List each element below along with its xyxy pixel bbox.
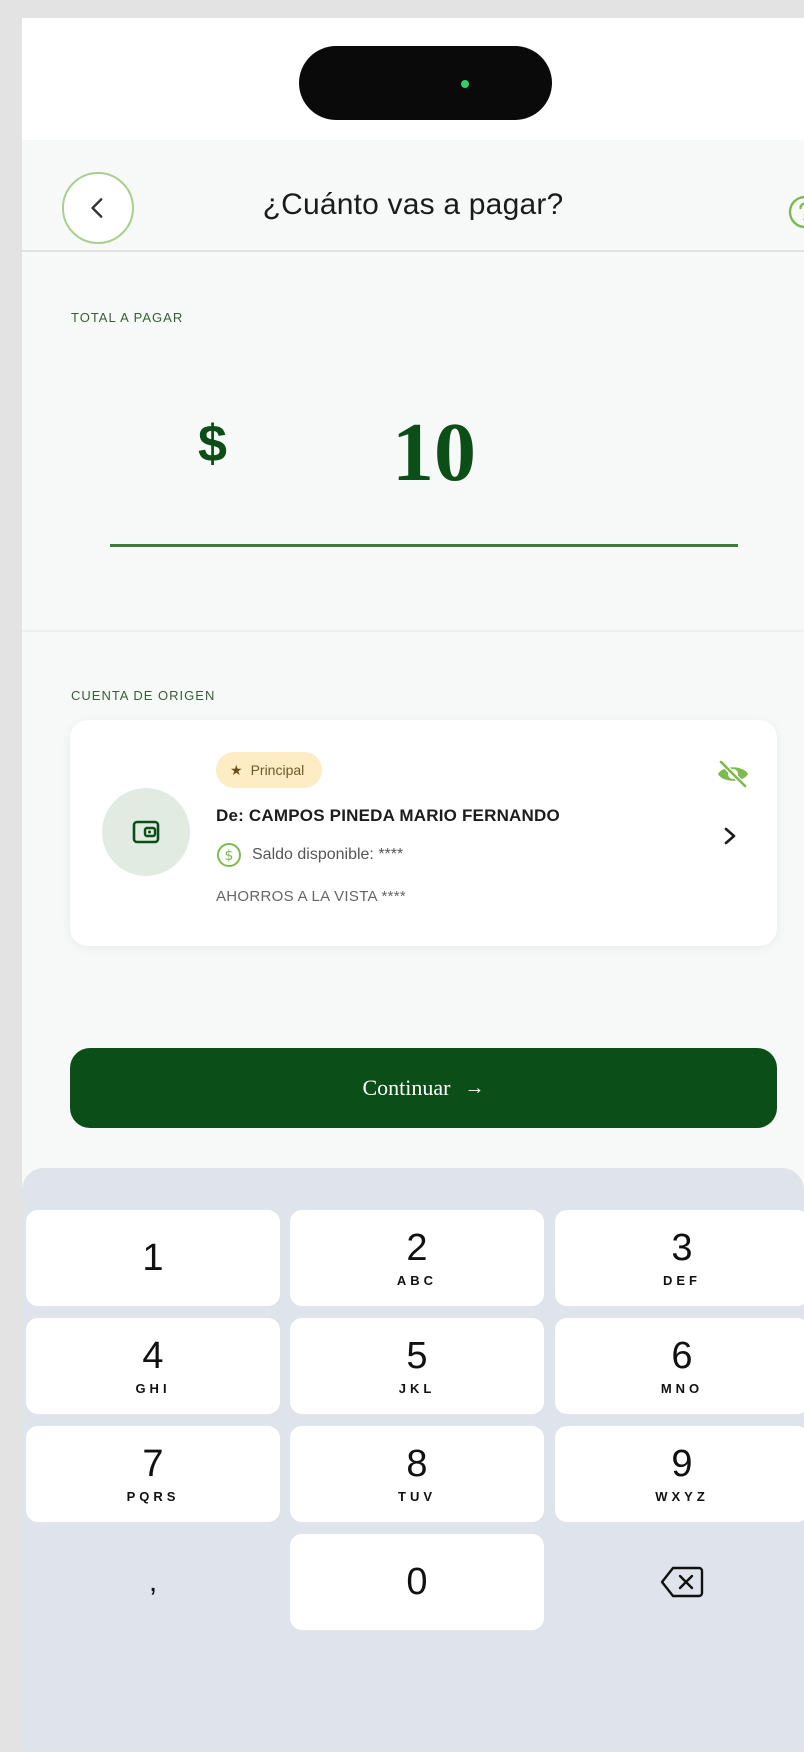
arrow-right-icon: →: [464, 1076, 485, 1099]
principal-badge-label: Principal: [250, 762, 305, 778]
key-9[interactable]: 9 WXYZ: [555, 1426, 804, 1522]
page-title: ¿Cuánto vas a pagar?: [262, 188, 564, 221]
key-0[interactable]: 0: [290, 1534, 544, 1630]
key-7[interactable]: 7 PQRS: [26, 1426, 280, 1522]
total-label: TOTAL A PAGAR: [71, 310, 184, 325]
status-bar: [22, 18, 804, 140]
numeric-keypad: 1 2 ABC 3 DEF 4 GHI 5 JKL 6 MNO 7 PQRS 8…: [22, 1168, 804, 1752]
star-icon: ★: [230, 762, 243, 778]
principal-badge: ★ Principal: [216, 752, 323, 788]
origin-account-card[interactable]: ★ Principal De: CAMPOS PINEDA MARIO FERN…: [70, 720, 777, 946]
available-balance-text: Saldo disponible: ****: [252, 846, 404, 863]
key-3[interactable]: 3 DEF: [555, 1210, 804, 1306]
backspace-icon: [660, 1566, 704, 1598]
phone-screen: ¿Cuánto vas a pagar? TOTAL A PAGAR $ 10 …: [22, 18, 804, 1752]
svg-text:$: $: [225, 848, 234, 864]
divider: [22, 630, 804, 632]
eye-off-icon[interactable]: [715, 758, 751, 790]
dynamic-island: [299, 46, 552, 120]
payment-amount-screen: ¿Cuánto vas a pagar? TOTAL A PAGAR $ 10 …: [22, 140, 804, 1752]
chevron-right-icon[interactable]: [720, 824, 740, 848]
amount-value: 10: [392, 406, 476, 499]
key-4[interactable]: 4 GHI: [26, 1318, 280, 1414]
key-2[interactable]: 2 ABC: [290, 1210, 544, 1306]
key-8[interactable]: 8 TUV: [290, 1426, 544, 1522]
amount-underline: [110, 544, 738, 547]
continue-button-label: Continuar: [362, 1075, 451, 1100]
key-1[interactable]: 1: [26, 1210, 280, 1306]
account-type: AHORROS A LA VISTA ****: [216, 888, 407, 905]
continue-button[interactable]: Continuar →: [70, 1048, 777, 1128]
origin-account-label: CUENTA DE ORIGEN: [71, 688, 216, 703]
account-holder: De: CAMPOS PINEDA MARIO FERNANDO: [216, 806, 560, 825]
camera-indicator-icon: [461, 80, 469, 88]
key-5[interactable]: 5 JKL: [290, 1318, 544, 1414]
amount-input[interactable]: $ 10: [22, 404, 804, 514]
header: ¿Cuánto vas a pagar?: [22, 140, 804, 252]
wallet-icon: [132, 820, 160, 844]
key-delete[interactable]: [555, 1534, 804, 1630]
help-icon[interactable]: [787, 194, 804, 230]
wallet-avatar: [102, 788, 190, 876]
key-comma[interactable]: ,: [26, 1534, 280, 1630]
currency-symbol: $: [198, 415, 227, 473]
dollar-coin-icon: $: [217, 843, 241, 867]
available-balance: $ Saldo disponible: ****: [216, 840, 403, 870]
key-6[interactable]: 6 MNO: [555, 1318, 804, 1414]
